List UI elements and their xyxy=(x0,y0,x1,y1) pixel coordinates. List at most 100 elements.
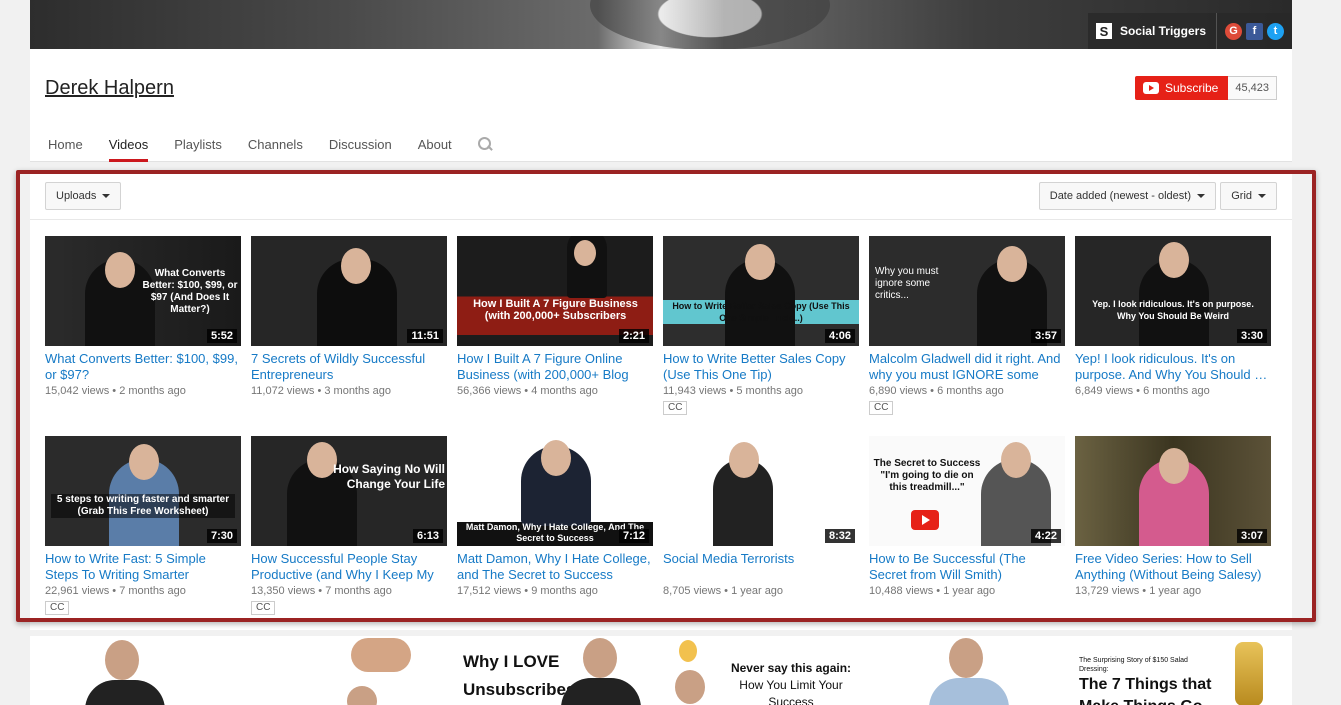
video-duration: 7:30 xyxy=(206,529,237,543)
tab-discussion[interactable]: Discussion xyxy=(329,129,392,162)
videos-section: Uploads Date added (newest - oldest) Gri… xyxy=(30,170,1292,630)
social-triggers-icon: S xyxy=(1095,23,1112,39)
video-item[interactable]: Why you must ignore some critics... 3:57… xyxy=(869,236,1065,415)
chevron-down-icon xyxy=(1258,194,1266,198)
thumbnail-caption: How Saying No Will Change Your Life xyxy=(333,462,445,491)
video-item[interactable]: 3:07 Free Video Series: How to Sell Anyt… xyxy=(1075,436,1271,597)
video-item[interactable]: How to Write Better Sales Copy (Use This… xyxy=(663,236,859,415)
uploads-dropdown[interactable]: Uploads xyxy=(45,182,122,210)
video-title[interactable]: Matt Damon, Why I Hate College, and The … xyxy=(457,551,653,583)
cc-badge: CC xyxy=(663,401,688,415)
video-item[interactable]: Matt Damon, Why I Hate College, And The … xyxy=(457,436,653,597)
video-title[interactable]: Yep! I look ridiculous. It's on purpose.… xyxy=(1075,351,1271,383)
video-meta: 10,488 views • 1 year ago xyxy=(869,585,996,597)
video-thumbnail[interactable]: 3:07 xyxy=(1075,436,1271,546)
video-thumbnail[interactable] xyxy=(251,636,447,705)
video-item[interactable]: 11:51 7 Secrets of Wildly Successful Ent… xyxy=(251,236,447,397)
tab-home[interactable]: Home xyxy=(48,129,83,162)
video-duration: 6:13 xyxy=(412,529,443,543)
video-duration: 3:57 xyxy=(1030,329,1061,343)
thumbnail-caption: How to Write Better Sales Copy (Use This… xyxy=(672,301,850,323)
cc-badge: CC xyxy=(45,601,70,615)
video-title[interactable]: How to Be Successful (The Secret from Wi… xyxy=(869,551,1065,583)
video-thumbnail[interactable]: Matt Damon, Why I Hate College, And The … xyxy=(457,436,653,546)
video-meta: 13,729 views • 1 year ago xyxy=(1075,585,1202,597)
video-thumbnail[interactable]: Never say this again: How You Limit Your … xyxy=(663,636,859,705)
thumbnail-title-text: The 7 Things that Make Things Go Viral xyxy=(1079,676,1212,705)
video-item[interactable]: How Saying No Will Change Your Life 6:13… xyxy=(251,436,447,615)
video-title[interactable]: What Converts Better: $100, $99, or $97? xyxy=(45,351,241,383)
tab-channels[interactable]: Channels xyxy=(248,129,303,162)
video-meta: 22,961 views • 7 months ago xyxy=(45,585,186,597)
video-item[interactable]: What Converts Better: $100, $99, or $97 … xyxy=(45,236,241,397)
channel-banner: S Social Triggers G f t xyxy=(30,0,1292,49)
video-thumbnail[interactable]: The Secret to Success "I'm going to die … xyxy=(869,436,1065,546)
video-duration: 8:32 xyxy=(824,529,855,543)
video-thumbnail[interactable]: 11:51 xyxy=(251,236,447,346)
chevron-down-icon xyxy=(1197,194,1205,198)
video-title[interactable]: Social Media Terrorists xyxy=(663,551,859,583)
facebook-icon[interactable]: f xyxy=(1246,22,1263,40)
video-meta: 13,350 views • 7 months ago xyxy=(251,585,392,597)
video-item[interactable]: 5 steps to writing faster and smarter (G… xyxy=(45,436,241,615)
video-thumbnail[interactable]: How Saying No Will Change Your Life 6:13 xyxy=(251,436,447,546)
video-thumbnail[interactable]: Yep. I look ridiculous. It's on purpose.… xyxy=(1075,236,1271,346)
thumbnail-caption: Never say this again: How You Limit Your … xyxy=(730,661,852,705)
thumbnail-caption: Why you must ignore some critics... xyxy=(875,266,939,301)
thumbnail-caption: How I Built A 7 Figure Business (with 20… xyxy=(473,298,638,322)
youtube-icon xyxy=(1142,82,1159,94)
twitter-icon[interactable]: t xyxy=(1267,22,1284,40)
video-duration: 4:06 xyxy=(824,329,855,343)
tab-about[interactable]: About xyxy=(418,129,452,162)
video-thumbnail[interactable]: 8:32 xyxy=(663,436,859,546)
chevron-down-icon xyxy=(102,194,111,198)
video-title[interactable]: How to Write Better Sales Copy (Use This… xyxy=(663,351,859,383)
tab-playlists[interactable]: Playlists xyxy=(174,129,222,162)
subscribe-button[interactable]: Subscribe xyxy=(1134,76,1229,100)
video-thumbnail[interactable]: 5 steps to writing faster and smarter (G… xyxy=(45,436,241,546)
thumbnail-caption: What Converts Better: $100, $99, or $97 … xyxy=(142,268,238,315)
tab-videos[interactable]: Videos xyxy=(108,129,148,162)
channel-header: Derek Halpern Subscribe 45,423 Home Vide… xyxy=(30,49,1292,162)
channel-name[interactable]: Derek Halpern xyxy=(45,77,174,100)
video-item[interactable]: The Secret to Success "I'm going to die … xyxy=(869,436,1065,597)
thumbnail-caption: The Secret to Success "I'm going to die … xyxy=(873,458,981,493)
search-icon[interactable] xyxy=(477,137,492,151)
video-duration: 4:22 xyxy=(1030,529,1061,543)
video-title[interactable]: How I Built A 7 Figure Online Business (… xyxy=(457,351,653,383)
video-item[interactable]: 8:32 Social Media Terrorists 8,705 views… xyxy=(663,436,859,597)
subscriber-count: 45,423 xyxy=(1228,76,1277,100)
video-title[interactable]: Malcolm Gladwell did it right. And why y… xyxy=(869,351,1065,383)
subscribe-widget: Subscribe 45,423 xyxy=(1134,76,1277,100)
video-thumbnail[interactable] xyxy=(869,636,1065,705)
video-title[interactable]: How Successful People Stay Productive (a… xyxy=(251,551,447,583)
social-triggers-link[interactable]: S Social Triggers xyxy=(1088,13,1217,49)
video-title[interactable]: 7 Secrets of Wildly Successful Entrepren… xyxy=(251,351,447,383)
video-duration: 5:52 xyxy=(206,329,237,343)
video-thumbnail[interactable] xyxy=(45,636,241,705)
videos-toolbar: Uploads Date added (newest - oldest) Gri… xyxy=(30,170,1292,220)
video-item[interactable]: How I Built A 7 Figure Business (with 20… xyxy=(457,236,653,397)
video-title[interactable]: How to Write Fast: 5 Simple Steps To Wri… xyxy=(45,551,241,583)
video-thumbnail[interactable]: Why you must ignore some critics... 3:57 xyxy=(869,236,1065,346)
google-plus-icon[interactable]: G xyxy=(1225,22,1242,40)
video-thumbnail[interactable]: What Converts Better: $100, $99, or $97 … xyxy=(45,236,241,346)
video-title[interactable]: Free Video Series: How to Sell Anything … xyxy=(1075,551,1271,583)
thumbnail-caption: Why I LOVE Unsubscribes xyxy=(463,652,576,699)
view-dropdown[interactable]: Grid xyxy=(1220,182,1277,210)
video-thumbnail[interactable]: How to Write Better Sales Copy (Use This… xyxy=(663,236,859,346)
banner-links: S Social Triggers G f t xyxy=(1087,13,1292,49)
video-meta: 56,366 views • 4 months ago xyxy=(457,385,598,397)
video-thumbnail[interactable]: Why I LOVE Unsubscribes xyxy=(457,636,653,705)
video-item[interactable]: Yep. I look ridiculous. It's on purpose.… xyxy=(1075,236,1271,397)
uploads-label: Uploads xyxy=(56,190,97,202)
video-duration: 11:51 xyxy=(407,329,443,343)
sort-dropdown[interactable]: Date added (newest - oldest) xyxy=(1038,182,1216,210)
videos-next-row: Why I LOVE Unsubscribes Never say this a… xyxy=(30,636,1292,705)
video-meta: 11,943 views • 5 months ago xyxy=(663,385,804,397)
sort-label: Date added (newest - oldest) xyxy=(1049,190,1191,202)
social-triggers-label: Social Triggers xyxy=(1119,24,1206,38)
video-thumbnail[interactable]: How I Built A 7 Figure Business (with 20… xyxy=(457,236,653,346)
video-thumbnail[interactable]: The Surprising Story of $150 Salad Dress… xyxy=(1075,636,1271,705)
video-duration: 3:07 xyxy=(1236,529,1267,543)
